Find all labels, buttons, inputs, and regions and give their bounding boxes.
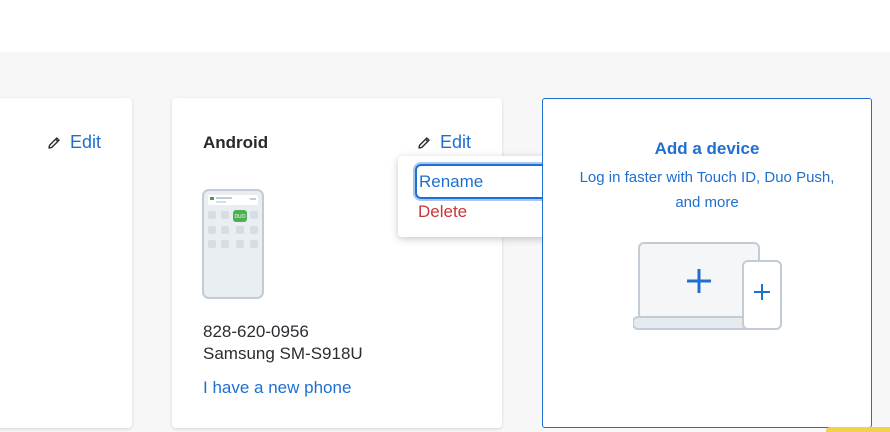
add-device-description: Log in faster with Touch ID, Duo Push, a… (579, 169, 835, 211)
edit-label: Edit (440, 132, 472, 152)
pencil-icon (48, 136, 60, 149)
edit-button[interactable]: Edit (46, 132, 101, 153)
device-card-left: Edit (0, 98, 132, 428)
pencil-icon (418, 136, 430, 149)
phone-illustration: DUO (202, 189, 264, 299)
edit-button[interactable]: Edit (416, 132, 471, 153)
laptop-illustration (633, 242, 782, 330)
top-bar (0, 0, 890, 52)
add-device-card[interactable]: Add a device Log in faster with Touch ID… (542, 98, 872, 428)
new-phone-link[interactable]: I have a new phone (203, 378, 351, 398)
delete-menu-item[interactable]: Delete (418, 202, 467, 222)
corner-accent (826, 427, 890, 432)
device-card-android: Android Edit DUO 828-620-0956 Samsung SM… (172, 98, 502, 428)
add-device-title: Add a device (654, 139, 760, 158)
svg-text:DUO: DUO (234, 214, 245, 220)
phone-model: Samsung SM-S918U (203, 344, 363, 363)
phone-number: 828-620-0956 (203, 322, 309, 341)
device-title: Android (203, 133, 269, 152)
edit-label: Edit (70, 132, 102, 152)
